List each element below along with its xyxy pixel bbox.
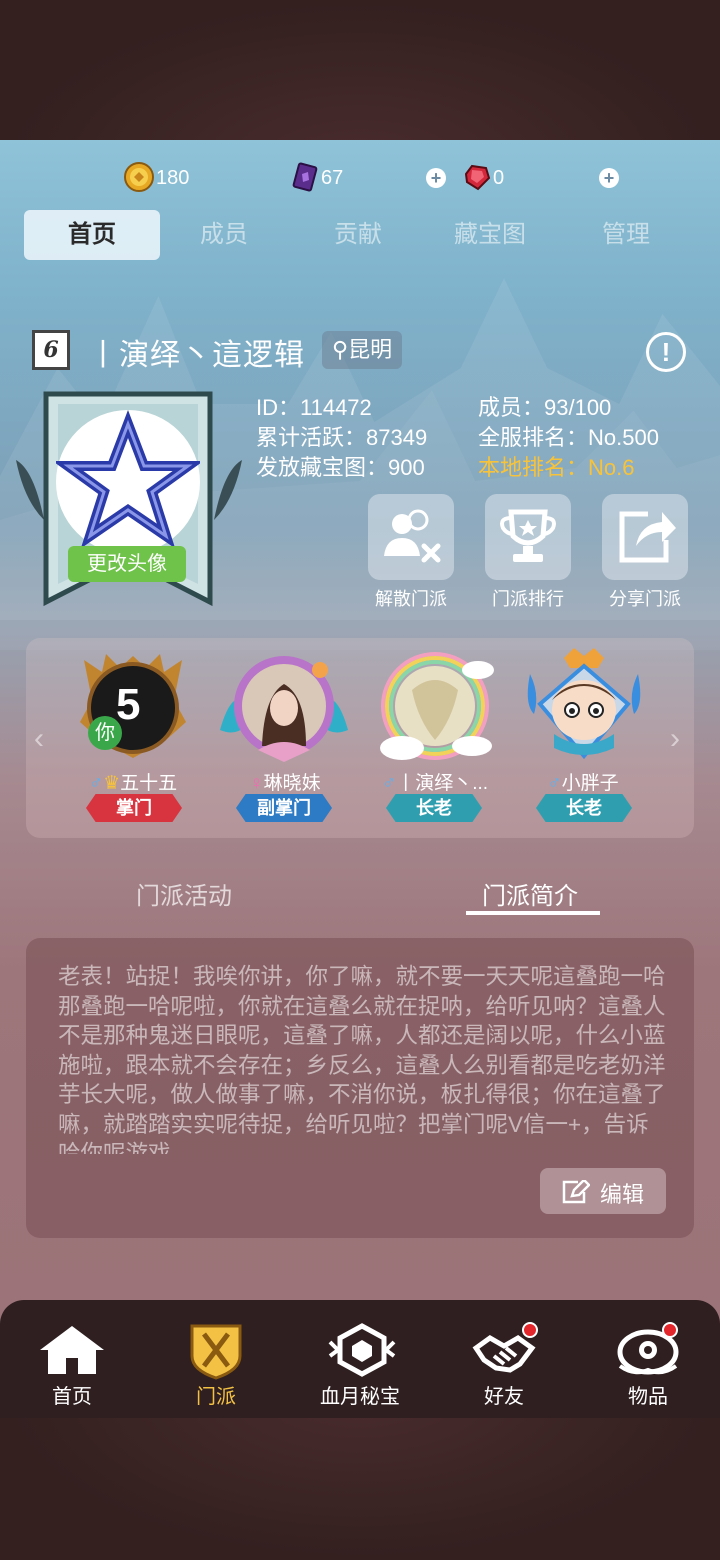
top-letterbox [0, 0, 720, 140]
nav-blood-moon-label: 血月秘宝 [320, 1386, 400, 1408]
info-button[interactable]: ! [646, 332, 686, 372]
edit-label: 编辑 [600, 1182, 645, 1207]
member-avatar[interactable] [372, 650, 498, 766]
member-name-text: 丨演绎丶... [396, 773, 489, 794]
member-name: ♀琳晓妹 [210, 768, 360, 795]
gem-card-icon [290, 162, 320, 197]
tab-guild-activity[interactable]: 门派活动 [136, 876, 232, 911]
nav-friends-label: 好友 [484, 1386, 524, 1408]
male-icon: ♂ [547, 773, 562, 794]
tab-members[interactable]: 成员 [156, 210, 292, 260]
tab-home[interactable]: 首页 [24, 210, 160, 260]
you-badge: 你 [88, 716, 122, 750]
member-avatar[interactable] [214, 650, 354, 766]
share-icon [619, 511, 676, 563]
maps-issued: 发放藏宝图：900 [256, 455, 425, 480]
guild-id: ID：114472 [256, 395, 372, 420]
location-tag: ⚲昆明 [322, 331, 403, 369]
change-avatar-button[interactable]: 更改头像 [68, 546, 186, 582]
tab-contribution[interactable]: 贡献 [290, 210, 426, 260]
tab-manage[interactable]: 管理 [558, 210, 694, 260]
role-badge: 掌门 [86, 794, 182, 822]
location-pin-icon: ⚲ [332, 337, 349, 362]
tab-guild-intro[interactable]: 门派简介 [482, 876, 578, 911]
guild-level-badge: 6 [32, 330, 70, 370]
edit-intro-button[interactable]: 编辑 [540, 1168, 666, 1214]
total-activity: 累计活跃：87349 [256, 425, 428, 450]
crown-icon: ♛ [103, 773, 121, 794]
nav-blood-moon-icon[interactable] [328, 1322, 396, 1378]
member-name: ♂小胖子 [508, 768, 658, 795]
member-count: 成员：93/100 [478, 395, 612, 420]
gold-amount: 180 [156, 167, 190, 189]
local-rank: 本地排名：No.6 [478, 455, 635, 480]
intro-text: 老表！站捉！我唉你讲，你了嘛，就不要一天天呢這叠跑一哈那叠跑一哈呢啦，你就在這叠… [58, 964, 666, 1154]
items-notification-badge [662, 1322, 678, 1338]
carousel-prev-arrow[interactable]: ‹ [34, 722, 44, 756]
share-guild-label: 分享门派 [609, 589, 681, 609]
male-icon: ♂ [381, 773, 397, 794]
member-name-text: 琳晓妹 [263, 773, 321, 794]
nav-guild-icon[interactable] [186, 1322, 246, 1380]
role-badge: 长老 [536, 794, 632, 822]
star-emblem-icon [52, 409, 204, 549]
disband-guild-label: 解散门派 [375, 589, 447, 609]
carousel-next-arrow[interactable]: › [670, 722, 680, 756]
share-guild-button[interactable] [602, 494, 688, 580]
member-name: ♂丨演绎丶... [360, 768, 510, 795]
nav-home-icon[interactable] [38, 1324, 106, 1378]
ruby-icon [462, 162, 492, 197]
location-label: 昆明 [348, 337, 393, 362]
female-icon: ♀ [249, 773, 264, 794]
nav-home-label: 首页 [52, 1386, 92, 1408]
bottom-letterbox [0, 1418, 720, 1560]
disband-icon [384, 509, 441, 563]
guild-name: 丨演绎丶這逻辑 [88, 339, 305, 372]
guild-avatar[interactable] [52, 409, 204, 554]
role-badge: 长老 [386, 794, 482, 822]
member-name-text: 小胖子 [561, 773, 619, 794]
trophy-icon [500, 509, 556, 562]
nav-guild-label: 门派 [196, 1386, 236, 1408]
active-tab-underline [466, 911, 600, 915]
member-level-number: 5 [116, 680, 141, 729]
nav-items-label: 物品 [628, 1386, 668, 1408]
member-name: ♂♛五十五 [58, 768, 208, 795]
member-avatar[interactable] [520, 644, 648, 766]
add-gem-button[interactable]: + [426, 168, 446, 188]
add-ruby-button[interactable]: + [599, 168, 619, 188]
friends-notification-badge [522, 1322, 538, 1338]
server-rank: 全服排名：No.500 [478, 425, 659, 450]
gold-coin-icon [124, 162, 154, 197]
ruby-amount: 0 [493, 167, 505, 189]
guild-ranking-button[interactable] [485, 494, 571, 580]
disband-guild-button[interactable] [368, 494, 454, 580]
role-badge: 副掌门 [236, 794, 332, 822]
member-name-text: 五十五 [120, 773, 178, 794]
edit-icon [562, 1180, 590, 1204]
guild-ranking-label: 门派排行 [492, 589, 564, 609]
gem-amount: 67 [321, 167, 344, 189]
tab-treasure-map[interactable]: 藏宝图 [422, 210, 558, 260]
male-icon: ♂ [88, 773, 104, 794]
